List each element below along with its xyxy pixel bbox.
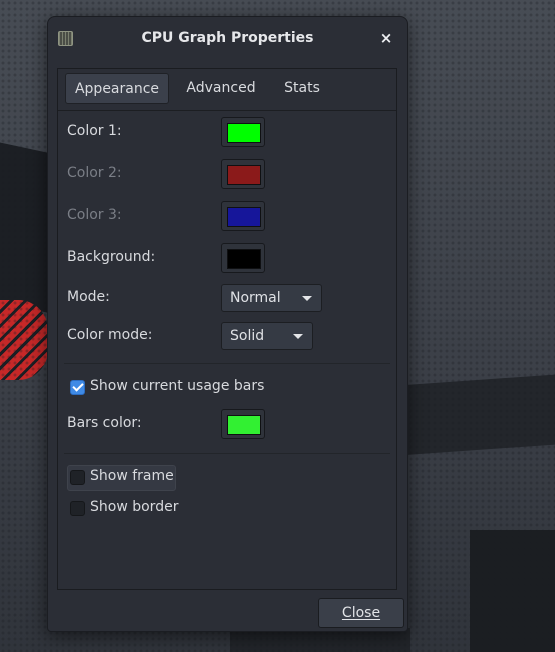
mode-label: Mode: [67, 289, 110, 305]
color1-button[interactable] [221, 117, 265, 147]
color2-label: Color 2: [67, 165, 122, 181]
bars-color-button[interactable] [221, 409, 265, 439]
properties-dialog: CPU Graph Properties × Appearance Advanc… [47, 16, 408, 632]
show-usage-bars-label: Show current usage bars [90, 378, 265, 394]
show-frame-checkbox[interactable]: Show frame [67, 465, 176, 491]
separator [64, 363, 390, 364]
close-button[interactable]: Close [318, 598, 404, 628]
show-border-label: Show border [90, 499, 179, 515]
tab-notebook: Appearance Advanced Stats Color 1: Color… [57, 68, 397, 590]
checkbox-checked-icon [70, 380, 85, 395]
background-swatch [227, 249, 261, 269]
chevron-down-icon [302, 296, 312, 301]
chevron-down-icon [293, 334, 303, 339]
dialog-title: CPU Graph Properties [141, 30, 314, 46]
tab-advanced[interactable]: Advanced [176, 73, 266, 104]
show-frame-label: Show frame [90, 468, 174, 484]
checkbox-unchecked-icon [70, 501, 85, 516]
tab-bar: Appearance Advanced Stats [58, 69, 396, 111]
color-mode-dropdown[interactable]: Solid [221, 322, 313, 350]
bars-color-swatch [227, 415, 261, 435]
color1-swatch [227, 123, 261, 143]
separator [64, 453, 390, 454]
color3-button[interactable] [221, 201, 265, 231]
color3-swatch [227, 207, 261, 227]
close-icon[interactable]: × [376, 28, 396, 48]
show-border-checkbox[interactable]: Show border [67, 496, 187, 522]
color-mode-value: Solid [230, 328, 265, 344]
mode-value: Normal [230, 290, 281, 306]
color-mode-label: Color mode: [67, 327, 153, 343]
color2-swatch [227, 165, 261, 185]
color3-label: Color 3: [67, 207, 122, 223]
tab-appearance[interactable]: Appearance [65, 73, 169, 104]
checkbox-unchecked-icon [70, 470, 85, 485]
color1-label: Color 1: [67, 123, 122, 139]
background-color-button[interactable] [221, 243, 265, 273]
mode-dropdown[interactable]: Normal [221, 284, 322, 312]
background-label: Background: [67, 249, 156, 265]
show-usage-bars-checkbox[interactable]: Show current usage bars [67, 375, 267, 401]
bars-color-label: Bars color: [67, 415, 142, 431]
color2-button[interactable] [221, 159, 265, 189]
titlebar[interactable]: CPU Graph Properties × [48, 17, 407, 61]
close-button-label: Close [341, 605, 381, 621]
tab-stats[interactable]: Stats [273, 73, 331, 104]
